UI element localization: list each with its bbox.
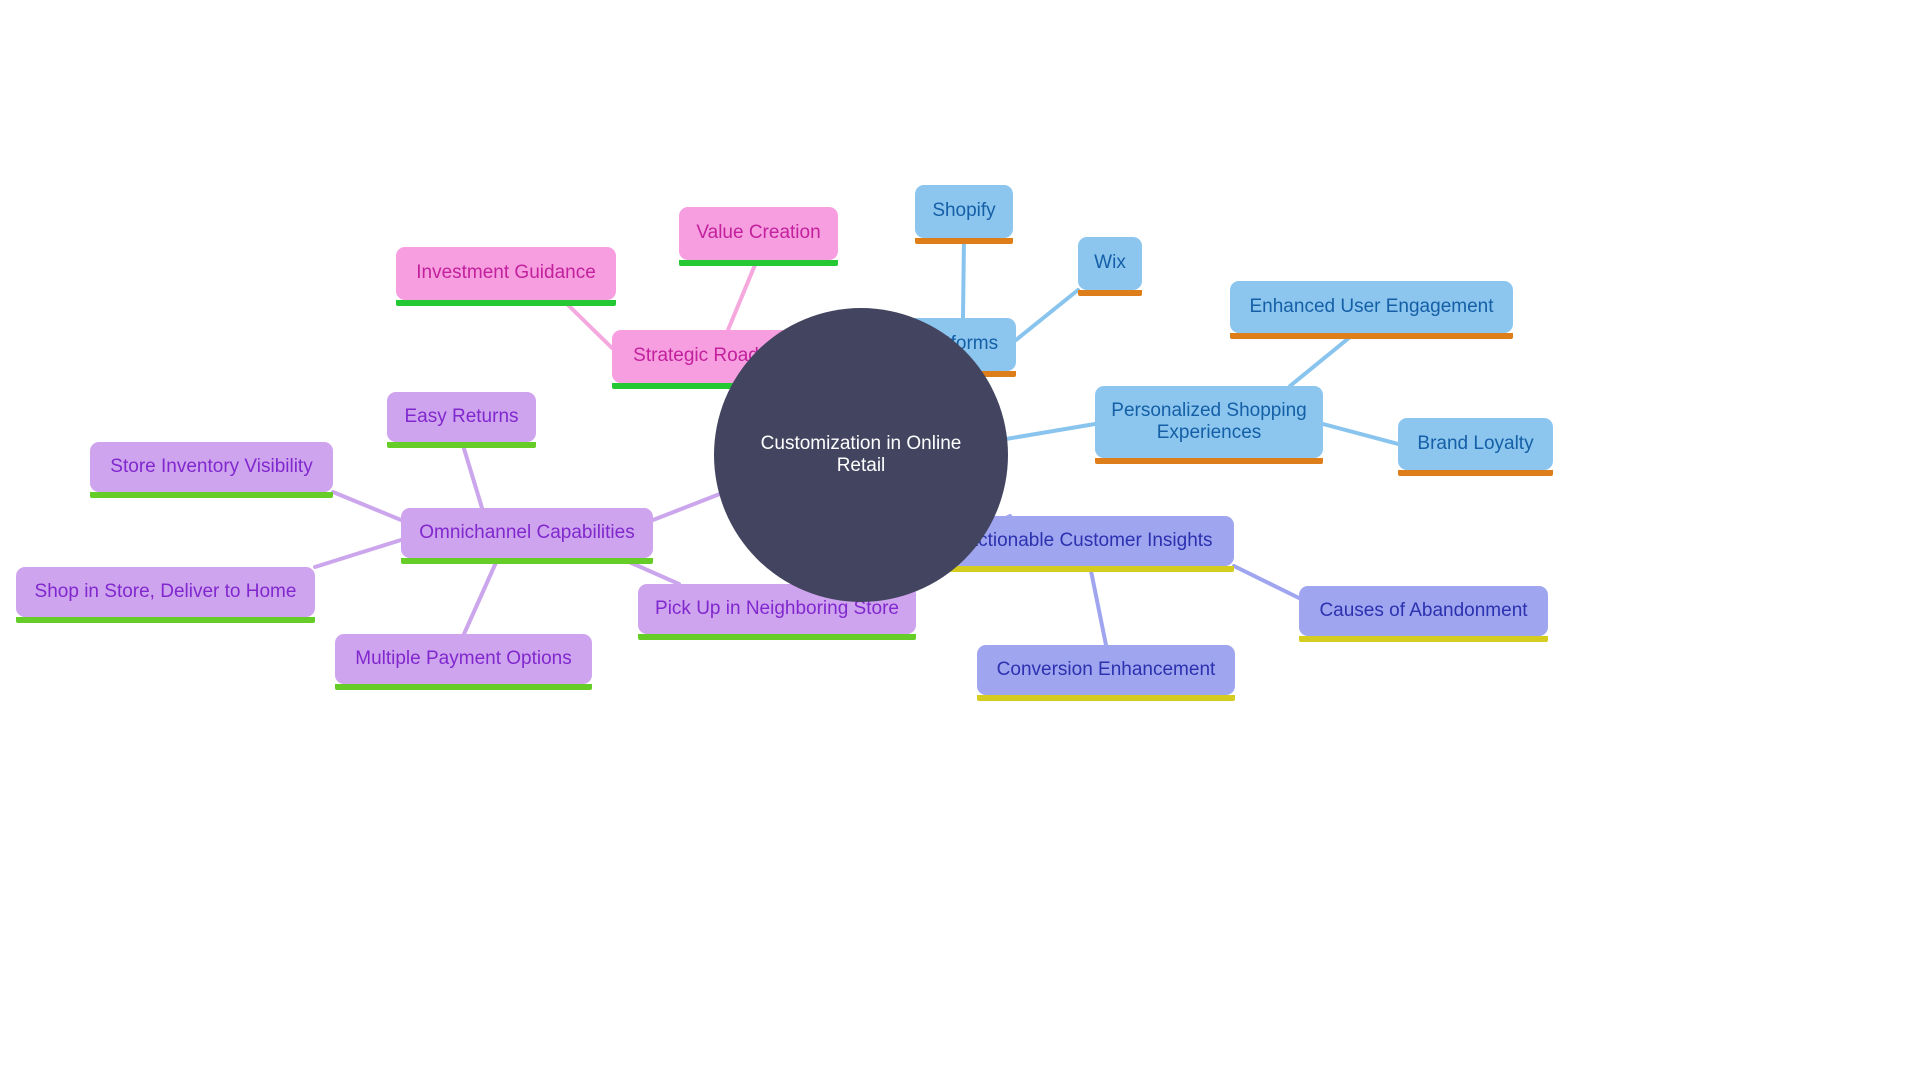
node-label: Investment Guidance bbox=[416, 262, 596, 284]
node-underline-bar bbox=[944, 566, 1234, 572]
node-underline-bar bbox=[915, 238, 1013, 244]
node-underline-bar bbox=[1299, 636, 1548, 642]
node-label: Brand Loyalty bbox=[1417, 432, 1534, 454]
node-label: Omnichannel Capabilities bbox=[419, 521, 635, 543]
node-underline-bar bbox=[90, 492, 333, 498]
center-node-label: Customization in Online Retail bbox=[760, 433, 962, 476]
edge-platforms-to-wix bbox=[1014, 288, 1080, 342]
node-enhanced-user-engagement[interactable]: Enhanced User Engagement bbox=[1230, 281, 1513, 339]
node-brand-loyalty[interactable]: Brand Loyalty bbox=[1398, 418, 1553, 476]
node-underline-bar bbox=[977, 695, 1235, 701]
edge-center-to-personalized-shopping-experiences bbox=[998, 422, 1097, 442]
edge-personalized-shopping-experiences-to-enhanced-user-engagement bbox=[1288, 331, 1357, 388]
node-label: Shop in Store, Deliver to Home bbox=[34, 580, 297, 602]
node-label: Shopify bbox=[932, 200, 996, 222]
node-underline-bar bbox=[679, 260, 838, 266]
node-value-creation[interactable]: Value Creation bbox=[679, 207, 838, 266]
node-multiple-payment-options[interactable]: Multiple Payment Options bbox=[335, 634, 592, 690]
edge-strategic-roadmap-to-investment-guidance bbox=[561, 298, 614, 350]
node-label: Easy Returns bbox=[404, 405, 519, 427]
node-underline-bar bbox=[1078, 290, 1142, 296]
edge-strategic-roadmap-to-value-creation bbox=[726, 258, 759, 332]
node-underline-bar bbox=[387, 442, 536, 448]
node-investment-guidance[interactable]: Investment Guidance bbox=[396, 247, 616, 306]
node-label: Value Creation bbox=[696, 222, 821, 244]
node-underline-bar bbox=[335, 684, 592, 690]
node-conversion-enhancement[interactable]: Conversion Enhancement bbox=[977, 645, 1235, 701]
edge-actionable-customer-insights-to-conversion-enhancement bbox=[1088, 564, 1108, 647]
node-store-inventory-visibility[interactable]: Store Inventory Visibility bbox=[90, 442, 333, 498]
node-underline-bar bbox=[396, 300, 616, 306]
node-causes-of-abandonment[interactable]: Causes of Abandonment bbox=[1299, 586, 1548, 642]
edge-actionable-customer-insights-to-causes-of-abandonment bbox=[1232, 564, 1301, 600]
node-label: Store Inventory Visibility bbox=[110, 455, 313, 477]
node-shopify[interactable]: Shopify bbox=[915, 185, 1013, 244]
node-underline-bar bbox=[1398, 470, 1553, 476]
node-label: Causes of Abandonment bbox=[1319, 599, 1528, 621]
edge-omnichannel-capabilities-to-store-inventory-visibility bbox=[331, 490, 403, 522]
edge-platforms-to-shopify bbox=[961, 236, 966, 320]
node-label: Enhanced User Engagement bbox=[1249, 295, 1494, 317]
node-underline-bar bbox=[638, 634, 916, 640]
node-shop-in-store-deliver-to-home[interactable]: Shop in Store, Deliver to Home bbox=[16, 567, 315, 623]
node-omnichannel-capabilities[interactable]: Omnichannel Capabilities bbox=[401, 508, 653, 564]
node-label: Actionable Customer Insights bbox=[965, 529, 1213, 551]
edge-personalized-shopping-experiences-to-brand-loyalty bbox=[1321, 422, 1400, 446]
edge-omnichannel-capabilities-to-easy-returns bbox=[460, 440, 484, 510]
mindmap-canvas: Customization in Online Retail Strategic … bbox=[0, 0, 1920, 1080]
node-label: Personalized Shopping Experiences bbox=[1111, 399, 1307, 443]
node-easy-returns[interactable]: Easy Returns bbox=[387, 392, 536, 448]
node-personalized-shopping-experiences[interactable]: Personalized Shopping Experiences bbox=[1095, 386, 1323, 464]
edge-omnichannel-capabilities-to-multiple-payment-options bbox=[462, 556, 500, 636]
node-label: Wix bbox=[1094, 252, 1126, 274]
node-label: Conversion Enhancement bbox=[996, 658, 1216, 680]
node-underline-bar bbox=[1095, 458, 1323, 464]
node-underline-bar bbox=[401, 558, 653, 564]
center-node[interactable]: Customization in Online Retail bbox=[714, 308, 1008, 602]
node-wix[interactable]: Wix bbox=[1078, 237, 1142, 296]
node-underline-bar bbox=[16, 617, 315, 623]
node-underline-bar bbox=[1230, 333, 1513, 339]
node-label: Multiple Payment Options bbox=[355, 647, 572, 669]
edge-omnichannel-capabilities-to-shop-in-store-deliver-to-home bbox=[313, 538, 403, 569]
